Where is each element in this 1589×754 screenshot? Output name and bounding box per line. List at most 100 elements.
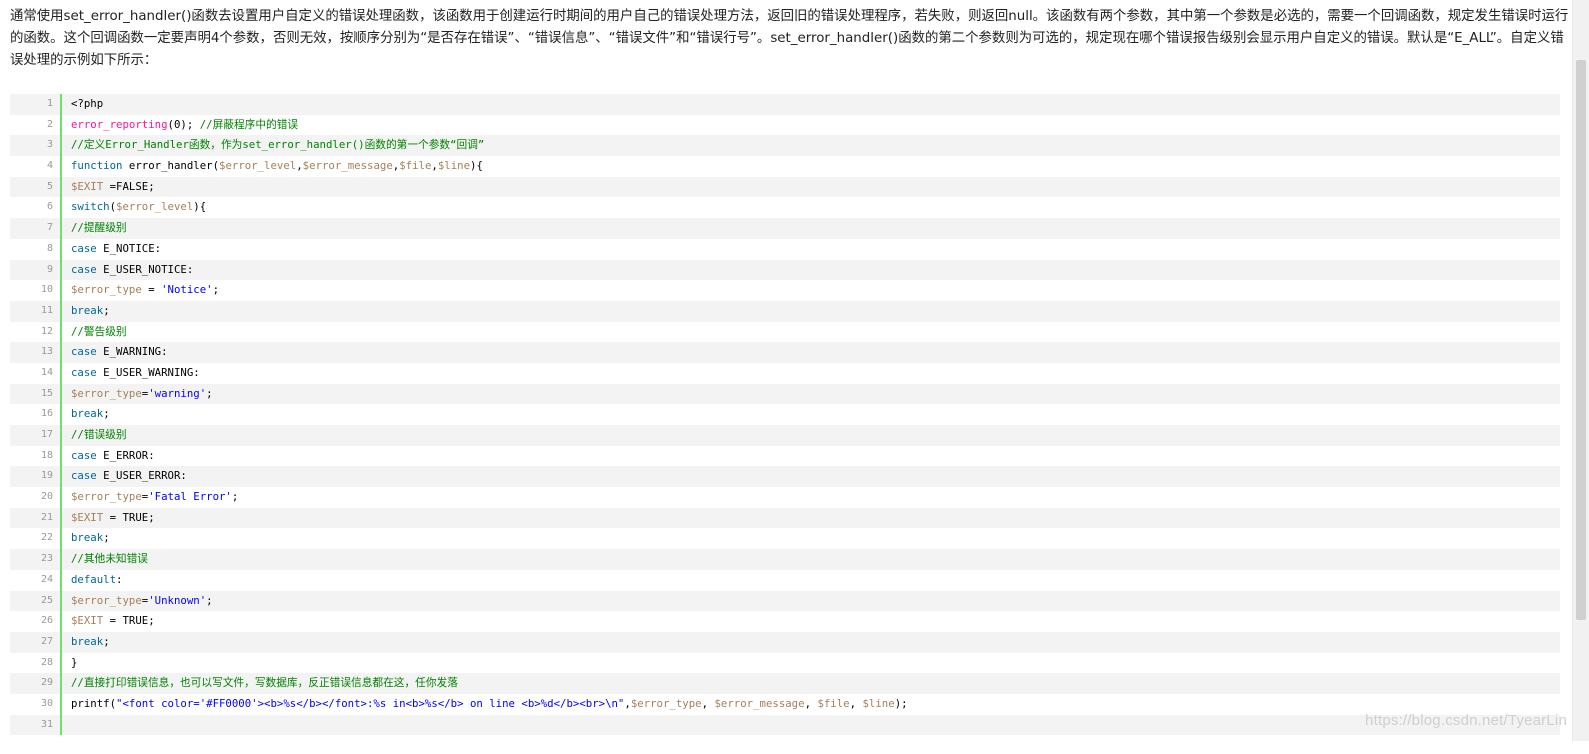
code-token-plain: } xyxy=(71,655,78,669)
code-text: $error_type='Fatal Error'; xyxy=(62,487,1560,508)
code-text: case E_NOTICE: xyxy=(62,239,1560,260)
code-token-comment: //直接打印错误信息，也可以写文件，写数据库，反正错误信息都在这，任你发落 xyxy=(71,676,458,690)
vertical-scrollbar[interactable] xyxy=(1572,0,1589,741)
code-text: //提醒级别 xyxy=(62,218,1560,239)
code-token-var: $error_type xyxy=(71,283,142,297)
code-token-plain: ); xyxy=(894,696,908,710)
line-number: 7 xyxy=(46,222,53,234)
code-text: case E_ERROR: xyxy=(62,446,1560,467)
code-text: case E_WARNING: xyxy=(62,342,1560,363)
code-token-var: $error_level xyxy=(219,159,297,173)
code-text: $error_type = 'Notice'; xyxy=(62,280,1560,301)
code-line: 30 printf("<font color='#FF0000'><b>%s</b… xyxy=(10,693,1560,715)
line-number: 5 xyxy=(46,180,53,192)
line-number: 24 xyxy=(40,573,53,585)
code-token-keyword: case xyxy=(71,345,97,359)
code-line: 26 $EXIT = TRUE; xyxy=(10,611,1560,632)
code-token-keyword: default xyxy=(71,572,117,586)
code-token-plain: ; xyxy=(231,490,239,504)
line-number: 17 xyxy=(40,429,53,440)
code-line: 20 $error_type='Fatal Error'; xyxy=(10,487,1560,508)
code-token-comment: //其他未知错误 xyxy=(71,552,148,566)
code-token-comment: //屏蔽程序中的错误 xyxy=(199,117,299,131)
code-text: //错误级别 xyxy=(62,425,1560,446)
code-text: //直接打印错误信息，也可以写文件，写数据库，反正错误信息都在这，任你发落 xyxy=(62,673,1560,694)
code-token-plain: , xyxy=(849,696,863,710)
code-token-plain: E_USER_NOTICE: xyxy=(96,262,194,276)
code-token-keyword: case xyxy=(71,365,97,379)
code-line: 4 function error_handler($error_level,$er… xyxy=(10,156,1560,177)
code-token-var: $file xyxy=(399,159,432,173)
code-token-comment: //警告级别 xyxy=(71,324,127,338)
code-line: 25 $error_type='Unknown'; xyxy=(10,590,1560,612)
code-token-plain: ){ xyxy=(470,159,483,173)
code-token-plain: ; xyxy=(212,283,220,297)
code-text: //其他未知错误 xyxy=(62,549,1560,570)
code-text: case E_USER_NOTICE: xyxy=(62,260,1560,281)
line-number: 4 xyxy=(46,160,53,172)
code-token-plain: ; xyxy=(103,531,110,545)
code-text: break; xyxy=(62,301,1560,322)
line-number: 13 xyxy=(40,346,53,358)
code-token-string: "<font color='#FF0000'><b>%s</b></font>:… xyxy=(116,696,625,710)
line-number: 21 xyxy=(40,511,53,523)
code-token-var: $error_type xyxy=(71,386,142,400)
code-line: 7 //提醒级别 xyxy=(10,218,1560,239)
code-token-var: $error_type xyxy=(630,696,702,710)
code-token-string: 'Unknown' xyxy=(148,593,207,607)
code-text: switch($error_level){ xyxy=(62,197,1560,218)
code-token-keyword: case xyxy=(71,469,97,483)
code-text: <?php xyxy=(62,94,1560,115)
code-text: break; xyxy=(62,632,1560,653)
line-number: 2 xyxy=(46,118,53,130)
line-number: 29 xyxy=(40,677,53,689)
code-token-plain: ){ xyxy=(193,200,207,214)
code-token-keyword: function xyxy=(71,159,123,173)
code-token-plain: (0); xyxy=(167,117,200,131)
code-line: 9 case E_USER_NOTICE: xyxy=(10,259,1560,281)
code-line: 12 //警告级别 xyxy=(10,321,1560,343)
code-token-string: 'warning' xyxy=(148,386,207,400)
code-text: break; xyxy=(62,404,1560,425)
line-number: 11 xyxy=(40,304,53,316)
code-token-plain: , xyxy=(804,696,818,710)
code-token-plain: ; xyxy=(103,407,110,421)
code-line: 16 break; xyxy=(10,404,1560,425)
code-token-plain: ; xyxy=(206,386,213,400)
code-line: 18 case E_ERROR: xyxy=(10,445,1560,467)
code-token-func: error_reporting xyxy=(71,117,168,131)
code-token-var: $error_type xyxy=(71,490,142,504)
code-line: 29 //直接打印错误信息，也可以写文件，写数据库，反正错误信息都在这，任你发落 xyxy=(10,673,1560,694)
code-line: 14 case E_USER_WARNING: xyxy=(10,362,1560,384)
code-token-keyword: break xyxy=(71,303,104,317)
scrollbar-thumb[interactable] xyxy=(1576,60,1586,620)
code-line: 8 case E_NOTICE: xyxy=(10,238,1560,260)
code-token-plain: <?php xyxy=(71,97,104,110)
line-number: 31 xyxy=(40,718,53,730)
code-token-plain: , xyxy=(701,696,715,710)
code-text: function error_handler($error_level,$err… xyxy=(62,156,1560,177)
code-line: 2 error_reporting(0); //屏蔽程序中的错误 xyxy=(10,114,1560,136)
code-text: printf("<font color='#FF0000'><b>%s</b><… xyxy=(62,694,1560,715)
watermark-text: https://blog.csdn.net/TyearLin xyxy=(1365,712,1567,729)
code-token-plain: error_handler( xyxy=(122,159,220,173)
code-token-plain: E_ERROR: xyxy=(96,448,155,462)
code-token-var: $error_level xyxy=(116,200,194,214)
code-token-plain: printf( xyxy=(71,696,117,710)
code-token-plain: : xyxy=(116,572,123,586)
line-number: 27 xyxy=(40,635,53,647)
code-token-plain: ; xyxy=(103,634,110,648)
code-line: 24 default: xyxy=(10,569,1560,591)
code-text: $EXIT = TRUE; xyxy=(62,611,1560,632)
code-token-keyword: case xyxy=(71,448,97,462)
code-token-keyword: break xyxy=(71,407,104,421)
code-token-var: $line xyxy=(437,159,471,173)
line-number: 3 xyxy=(46,139,53,151)
code-text: default: xyxy=(62,570,1560,591)
line-number: 10 xyxy=(40,284,53,296)
code-line: 15 $error_type='warning'; xyxy=(10,383,1560,405)
code-token-var: $error_message xyxy=(714,696,805,710)
line-number: 9 xyxy=(46,263,53,275)
code-token-plain: E_USER_WARNING: xyxy=(96,365,200,379)
